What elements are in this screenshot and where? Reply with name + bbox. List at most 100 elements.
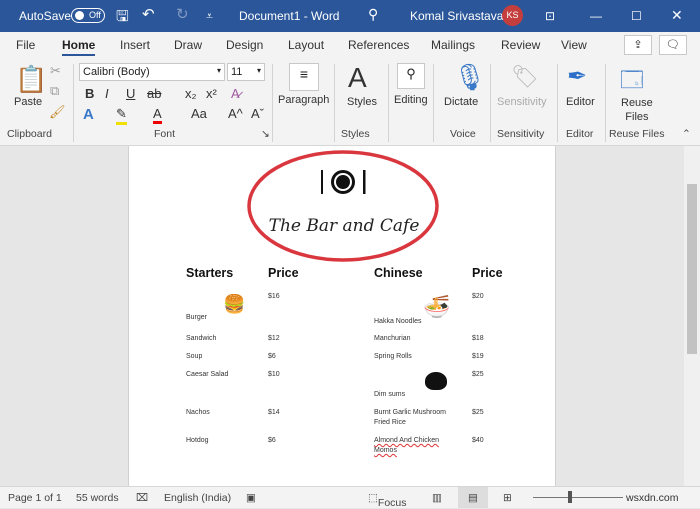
tab-references[interactable]: References — [348, 38, 409, 52]
tab-design[interactable]: Design — [226, 38, 263, 52]
menu-price: $20 — [472, 292, 562, 302]
menu-price: $10 — [268, 370, 358, 380]
print-layout-icon[interactable]: ▤ — [458, 487, 488, 508]
ribbon-display-icon[interactable]: ⊡ — [545, 9, 555, 23]
tab-file[interactable]: File — [16, 38, 35, 52]
bold-button[interactable]: B — [85, 86, 94, 101]
cut-icon[interactable]: ✂ — [50, 63, 61, 79]
reuse-files-button[interactable]: ReuseFiles — [621, 96, 653, 124]
focus-button[interactable]: ⬚ Focus — [368, 492, 378, 504]
avatar[interactable]: KS — [502, 5, 523, 26]
tab-view[interactable]: View — [561, 38, 587, 52]
menu-title: The Bar and Cafe — [229, 216, 459, 236]
styles-button[interactable]: Styles — [347, 96, 377, 108]
highlight-icon[interactable]: ✎ — [116, 106, 127, 125]
menu-price: $16 — [268, 292, 358, 302]
shrink-font-button[interactable]: Aˇ — [251, 106, 264, 121]
grow-font-button[interactable]: A^ — [228, 106, 243, 121]
menu-price: $19 — [472, 352, 562, 362]
paste-icon[interactable]: 📋 — [15, 64, 47, 95]
underline-button[interactable]: U — [126, 86, 135, 101]
editing-button[interactable]: Editing — [394, 94, 428, 106]
zoom-slider-thumb[interactable] — [568, 491, 572, 503]
zoom-slider[interactable] — [533, 497, 623, 498]
copy-icon[interactable]: ⧉ — [50, 83, 59, 99]
sensitivity-button[interactable]: Sensitivity — [497, 96, 547, 108]
font-size-select[interactable]: 11▾ — [227, 63, 265, 81]
maximize-icon[interactable]: ☐ — [631, 9, 642, 23]
strikethrough-button[interactable]: ab — [147, 86, 161, 101]
dim-sum-icon — [425, 372, 447, 390]
tab-draw[interactable]: Draw — [174, 38, 202, 52]
close-icon[interactable]: ✕ — [671, 7, 683, 24]
document-page[interactable]: The Bar and Cafe Starters Price Chinese … — [128, 146, 556, 486]
voice-group-label: Voice — [450, 128, 476, 140]
search-icon[interactable]: ⚲ — [368, 6, 378, 23]
format-painter-icon[interactable]: 🖌 — [49, 104, 66, 120]
font-group-label: Font — [154, 128, 175, 140]
styles-icon[interactable]: A — [348, 62, 367, 94]
italic-button[interactable]: I — [105, 86, 109, 101]
font-name-select[interactable]: Calibri (Body)▾ — [79, 63, 225, 81]
menu-price: $25 — [472, 408, 562, 418]
tab-home[interactable]: Home — [62, 38, 95, 56]
minimize-icon[interactable]: — — [590, 9, 602, 23]
language[interactable]: English (India) — [164, 492, 231, 504]
user-name[interactable]: Komal Srivastava — [410, 9, 503, 23]
redo-icon[interactable]: ↻ — [176, 5, 189, 23]
sensitivity-icon[interactable]: 🏷 — [511, 64, 539, 90]
tab-review[interactable]: Review — [501, 38, 540, 52]
menu-item: Soup — [186, 352, 276, 362]
burger-drink-icon: 🍔 — [223, 294, 245, 315]
scrollbar-thumb[interactable] — [687, 184, 697, 354]
editor-button[interactable]: Editor — [566, 96, 595, 108]
accessibility-icon[interactable]: ▣ — [246, 492, 256, 504]
menu-item: Dim sums — [374, 390, 464, 400]
paste-button[interactable]: Paste — [14, 96, 42, 108]
word-count[interactable]: 55 words — [76, 492, 119, 504]
header-price: Price — [268, 266, 299, 280]
read-mode-icon[interactable]: ▥ — [432, 492, 442, 504]
autosave-label: AutoSave — [19, 9, 71, 23]
subscript-button[interactable]: x₂ — [185, 86, 197, 101]
editor-icon[interactable]: ✒ — [567, 62, 587, 91]
title-ellipse — [245, 148, 441, 264]
paragraph-button[interactable]: Paragraph — [278, 94, 329, 106]
collapse-ribbon-icon[interactable]: ⌃ — [682, 128, 691, 140]
editor-group-label: Editor — [566, 128, 593, 140]
vertical-scrollbar[interactable] — [684, 146, 700, 486]
tab-mailings[interactable]: Mailings — [431, 38, 475, 52]
microphone-icon[interactable]: 🎙 — [453, 62, 486, 93]
clear-formatting-icon[interactable]: A̷ — [231, 86, 240, 101]
superscript-button[interactable]: x² — [206, 86, 217, 101]
find-icon[interactable]: ⚲ — [397, 63, 425, 89]
tab-insert[interactable]: Insert — [120, 38, 150, 52]
menu-price: $6 — [268, 436, 358, 446]
comments-button[interactable]: 🗨 — [659, 35, 687, 55]
undo-icon[interactable]: ↶ — [142, 5, 155, 23]
page-count[interactable]: Page 1 of 1 — [8, 492, 62, 504]
font-dialog-launcher-icon[interactable]: ↘ — [261, 128, 270, 140]
status-bar: Page 1 of 1 55 words ⌧ English (India) ▣… — [0, 486, 700, 508]
customize-qat-icon[interactable]: ⩡ — [206, 9, 213, 24]
change-case-button[interactable]: Aa — [191, 106, 207, 121]
watermark: wsxdn.com — [626, 492, 679, 504]
menu-item: Caesar Salad — [186, 370, 276, 380]
dictate-button[interactable]: Dictate — [444, 96, 478, 108]
share-button[interactable]: ⇪ — [624, 35, 652, 55]
menu-item: Spring Rolls — [374, 352, 464, 362]
save-icon[interactable]: 🖫 — [116, 6, 129, 31]
menu-item: Manchurian — [374, 334, 464, 344]
menu-price: $40 — [472, 436, 562, 446]
menu-item: Nachos — [186, 408, 276, 418]
web-layout-icon[interactable]: ⊞ — [503, 492, 512, 504]
header-chinese: Chinese — [374, 266, 423, 280]
text-effects-icon[interactable]: A — [83, 106, 94, 123]
reuse-files-group-label: Reuse Files — [609, 128, 664, 140]
paragraph-icon[interactable]: ≡ — [289, 63, 319, 91]
tab-layout[interactable]: Layout — [288, 38, 324, 52]
proofing-icon[interactable]: ⌧ — [136, 492, 148, 504]
clipboard-group-label: Clipboard — [7, 128, 52, 140]
font-color-icon[interactable]: A — [153, 106, 162, 124]
autosave-toggle[interactable]: Off — [71, 8, 105, 23]
